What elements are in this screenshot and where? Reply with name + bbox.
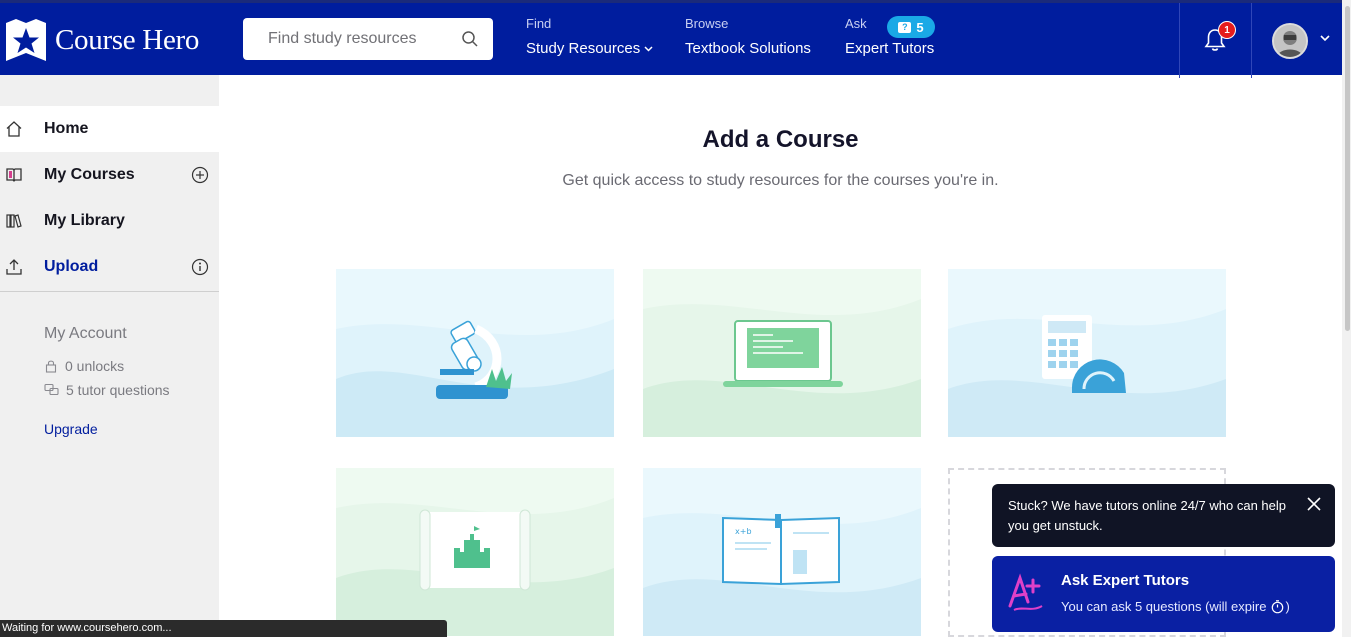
sidebar-item-label: My Library [44,212,125,229]
upgrade-link[interactable]: Upgrade [44,421,98,437]
tutor-questions-text: 5 tutor questions [66,382,170,398]
nav-study-resources-label: Study Resources [526,40,641,57]
browser-status-bar: Waiting for www.coursehero.com... [0,620,447,637]
ask-expert-tutors-body: You can ask 5 questions (will expire [1061,599,1267,614]
laptop-code-illustration [643,269,921,437]
ask-expert-tutors-title: Ask Expert Tutors [1061,572,1190,589]
info-icon[interactable] [191,258,209,276]
microscope-illustration [336,269,614,437]
castle-map-illustration [336,468,614,636]
book-icon [6,168,22,182]
nav-find-label: Find [526,16,552,31]
nav-study-resources[interactable]: Find Study Resources [526,16,653,57]
tutor-questions-count: 5 tutor questions [44,382,170,398]
course-hero-logo[interactable]: Course Hero [6,19,199,61]
unlocks-text: 0 unlocks [65,358,125,374]
course-card[interactable]: x+b [643,468,921,636]
logo-text: Course Hero [55,23,200,56]
course-card[interactable] [948,269,1226,437]
divider [0,291,219,292]
search-icon[interactable] [461,30,479,48]
nav-textbook-solutions-label: Textbook Solutions [685,40,811,57]
nav-expert-tutors[interactable]: Ask Expert Tutors ? 5 [845,16,935,57]
close-icon[interactable] [1306,496,1322,512]
my-account-heading: My Account [44,325,127,342]
calculator-protractor-illustration [948,269,1226,437]
lock-icon [45,360,57,373]
a-plus-grade-icon [1008,573,1043,611]
search-box[interactable] [243,18,493,60]
unlocks-count: 0 unlocks [44,358,124,374]
course-card[interactable] [336,269,614,437]
timer-icon [1272,600,1284,614]
scrollbar-thumb[interactable] [1345,6,1350,331]
open-book-illustration: x+b [643,468,921,636]
sidebar-item-label: My Courses [44,166,135,183]
course-card[interactable] [643,269,921,437]
questions-remaining-count: 5 [916,19,924,35]
questions-remaining-badge: ? 5 [887,16,935,38]
question-icon: ? [898,21,912,33]
chat-bubbles-icon [44,383,59,396]
nav-browse-label: Browse [685,16,729,31]
sidebar: Home My Courses My Library Upload My Acc… [0,75,219,637]
upload-icon [6,259,22,275]
nav-expert-tutors-label: Expert Tutors [845,40,935,57]
sidebar-item-my-library[interactable]: My Library [0,198,219,244]
page-title: Add a Course [702,126,859,153]
page-subtitle: Get quick access to study resources for … [562,172,999,189]
add-course-icon[interactable] [191,166,209,184]
home-icon [6,121,22,137]
chevron-down-icon[interactable] [1320,35,1330,42]
tutor-help-toast: Stuck? We have tutors online 24/7 who ca… [992,484,1335,547]
library-icon [6,214,22,228]
notification-count-badge: 1 [1218,21,1236,39]
course-card[interactable] [336,468,614,636]
divider [1251,3,1252,78]
svg-text:x+b: x+b [735,527,752,536]
search-input[interactable] [268,30,448,48]
avatar[interactable] [1272,23,1308,59]
sidebar-item-label: Home [44,120,89,137]
user-photo [1274,25,1306,57]
shield-star-icon [6,19,46,61]
nav-textbook-solutions[interactable]: Browse Textbook Solutions [685,16,811,57]
top-navigation-bar: Course Hero Find Study Resources Browse … [0,0,1342,78]
sidebar-item-home[interactable]: Home [0,106,219,152]
chevron-down-icon [644,45,653,52]
divider [1179,3,1180,78]
ask-expert-tutors-toast[interactable]: Ask Expert Tutors You can ask 5 question… [992,556,1335,632]
tutor-help-message: Stuck? We have tutors online 24/7 who ca… [1008,498,1286,533]
sidebar-item-my-courses[interactable]: My Courses [0,152,219,198]
sidebar-item-upload[interactable]: Upload [0,244,219,290]
sidebar-item-label: Upload [44,258,99,275]
